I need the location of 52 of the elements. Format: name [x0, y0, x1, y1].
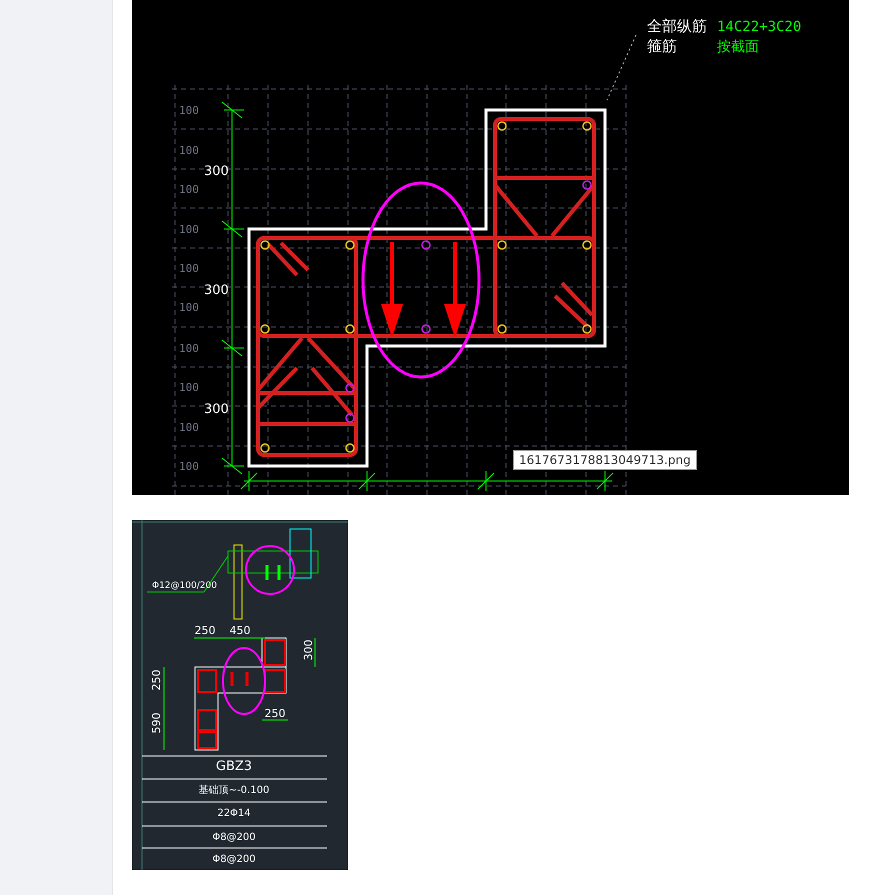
- dimension-line: [314, 638, 316, 668]
- rebar-value: 14C22+3C20: [717, 19, 802, 35]
- grid-label: 100: [179, 421, 199, 434]
- rebar-dot: [260, 324, 270, 334]
- rebar-dot: [582, 240, 592, 250]
- grid-label: 100: [179, 183, 199, 196]
- rebar-dot: [497, 121, 507, 131]
- dimension-label: 450: [230, 624, 250, 637]
- rebar-dot: [421, 240, 431, 250]
- leader-line: [606, 34, 636, 100]
- dimension-label: 250: [264, 707, 286, 720]
- rebar-dot: [497, 324, 507, 334]
- rebar-dot: [421, 324, 431, 334]
- highlight-ellipse: [245, 545, 295, 595]
- rebar-label: 箍筋: [647, 37, 677, 55]
- rebar-dot: [345, 443, 355, 453]
- down-arrow-icon: [381, 242, 403, 338]
- rebar-dot: [345, 413, 355, 423]
- rebar-dot: [345, 240, 355, 250]
- rebar-label: 全部纵筋: [647, 17, 707, 35]
- rebar-dot: [345, 324, 355, 334]
- grid-label: 100: [179, 104, 199, 117]
- rebar-dot: [260, 443, 270, 453]
- dimension-label: 250: [150, 670, 163, 690]
- dimension-label: 300: [204, 164, 229, 179]
- grid-label: 100: [179, 144, 199, 157]
- dimension-label: 300: [204, 402, 229, 417]
- grid-label: 100: [179, 342, 199, 355]
- dimension-label: 300: [302, 640, 315, 660]
- grid-label: 100: [179, 301, 199, 314]
- highlight-ellipse: [222, 647, 266, 715]
- grid-label: 100: [179, 460, 199, 473]
- table-cell: 基础顶~-0.100: [198, 785, 270, 796]
- table-cell: Φ8@200: [212, 832, 256, 843]
- rebar-dot: [345, 383, 355, 393]
- rebar-dot: [260, 240, 270, 250]
- rebar-value: 按截面: [717, 39, 759, 55]
- dimension-label: 250: [194, 624, 216, 637]
- dimension-label: 590: [150, 712, 163, 734]
- grid-label: 100: [179, 262, 199, 275]
- table-cell: Φ8@200: [212, 854, 256, 865]
- table-cell: GBZ3: [216, 759, 252, 774]
- rebar-dot: [497, 240, 507, 250]
- table-cell: 22Φ14: [217, 808, 251, 819]
- grid-label: 100: [179, 223, 199, 236]
- down-arrow-icon: [444, 242, 466, 338]
- rebar-dot: [582, 180, 592, 190]
- rebar-dot: [582, 324, 592, 334]
- grid-label: 100: [179, 381, 199, 394]
- dimension-label: 300: [204, 283, 229, 298]
- rebar-dot: [582, 121, 592, 131]
- tooltip: 1617673178813049713.png: [513, 450, 697, 470]
